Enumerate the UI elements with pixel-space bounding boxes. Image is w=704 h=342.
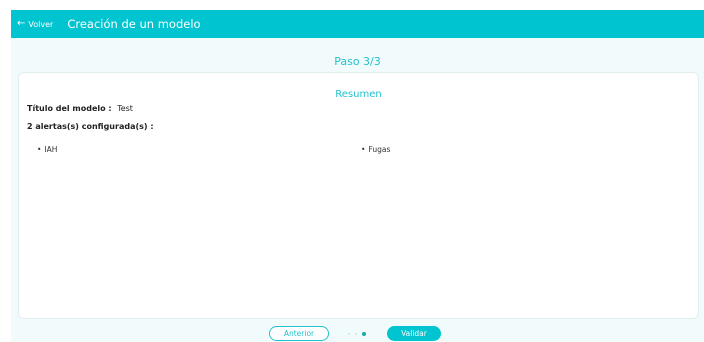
validate-button[interactable]: Validar: [387, 326, 441, 341]
alert-item: • Fugas: [361, 145, 390, 154]
summary-card: Resumen Título del modelo : Test 2 alert…: [18, 72, 699, 319]
summary-title: Resumen: [335, 89, 382, 100]
step-dot: [355, 333, 357, 335]
alert-item: • IAH: [37, 145, 57, 154]
alert-item-label: Fugas: [368, 145, 391, 154]
bullet-icon: •: [37, 145, 42, 154]
model-title-row: Título del modelo : Test: [27, 104, 133, 113]
model-title-label: Título del modelo :: [27, 104, 112, 113]
step-dot: [348, 333, 350, 335]
model-title-value: Test: [117, 104, 133, 113]
step-dot-active: [362, 332, 366, 336]
previous-button[interactable]: Anterior: [269, 326, 329, 341]
step-dots: [348, 332, 366, 336]
wizard-navigation: Anterior Validar: [11, 326, 704, 342]
arrow-left-icon: ←: [17, 18, 26, 29]
bullet-icon: •: [361, 145, 366, 154]
top-bar: ← Volver Creación de un modelo: [11, 10, 704, 38]
alert-item-label: IAH: [44, 145, 58, 154]
app-window: ← Volver Creación de un modelo Paso 3/3 …: [11, 10, 704, 342]
alerts-heading: 2 alertas(s) configurada(s) :: [27, 122, 154, 131]
page-title: Creación de un modelo: [67, 17, 201, 31]
back-button[interactable]: ← Volver: [17, 19, 53, 29]
back-label: Volver: [28, 19, 54, 29]
step-indicator: Paso 3/3: [334, 55, 381, 68]
